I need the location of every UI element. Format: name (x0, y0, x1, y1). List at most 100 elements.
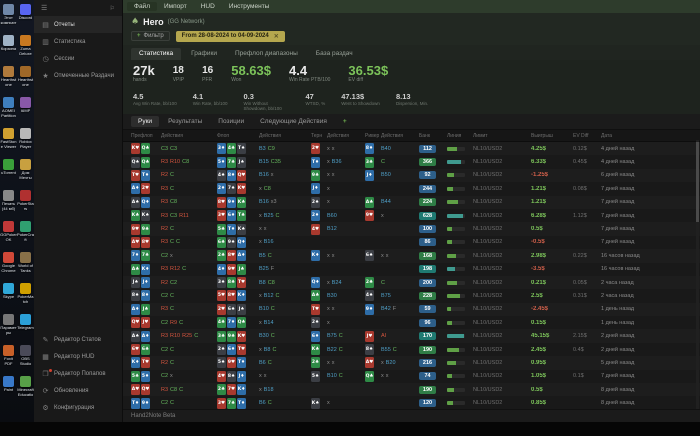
desktop-icon[interactable]: PokerStars (17, 188, 34, 219)
tab[interactable]: Статистика (131, 48, 182, 60)
column-header[interactable]: Терн (311, 133, 327, 139)
table-row[interactable]: T♦ 9♦ C2 C 3♥ 7♣ T♦ B6 C K♠ x 120 NL10/USD2 0.85$ 8 дн… (123, 396, 700, 409)
column-header[interactable]: Префлоп (131, 133, 161, 139)
card: 9♦ (365, 303, 374, 315)
column-header[interactable]: Действия (327, 133, 365, 139)
column-header[interactable]: Флоп (217, 133, 259, 139)
column-header[interactable]: Действия (259, 133, 311, 139)
desktop-icon[interactable]: Telegram (17, 312, 34, 343)
sidebar-item[interactable]: ◷ Сессии (34, 50, 122, 67)
table-row[interactable]: Q♠ Q♣ R3 R10 C8 5♦ 7♣ J♠ B15 C35 T♦ x B36 3♣ C 366 NL10/… (123, 155, 700, 168)
clear-filter-icon[interactable]: ✕ (274, 33, 279, 40)
pin-icon[interactable]: ⚐ (110, 5, 115, 12)
menubar-item[interactable]: Файл (127, 2, 157, 11)
column-header[interactable]: EV Diff (573, 133, 601, 139)
column-header[interactable]: Выигрыш (531, 133, 573, 139)
table-row[interactable]: A♣ K♦ R3 R12 C 4♦ 9♥ J♣ B25 F 198 NL10/USD2 -3.5$ 16 … (123, 263, 700, 276)
hand-tab[interactable]: Руки (131, 116, 160, 127)
column-header[interactable]: Ривер (365, 133, 381, 139)
tab[interactable]: Графики (183, 48, 225, 60)
line-cell (447, 186, 473, 191)
sidebar-item[interactable]: ▥ Статистика (34, 33, 122, 50)
table-row[interactable]: 6♥ 6♣ C2 C 2♠ 6♦ T♥ x B8 C K♣ B22 C 8♠ B55 C 190 NL10/USD… (123, 343, 700, 356)
table-row[interactable]: K♣ K♠ R3 C3 R11 3♥ 6♦ T♣ x B25 C 2♦ B60 9♥ x 628 NL10/US… (123, 209, 700, 222)
column-header[interactable]: Лимит (473, 133, 531, 139)
card: 4♥ (311, 223, 320, 235)
table-row[interactable]: T♥ T♦ R2 C 4♠ 8♦ Q♥ B16 x 9♣ x x J♦ B50 92 NL10/USD2 -1.… (123, 168, 700, 183)
table-row[interactable]: Q♥ J♥ C2 R9 C 4♣ 7♦ Q♣ x B14 2♠ x 96 NL10/USD2 0.15$ 1 … (123, 316, 700, 329)
sidebar-item[interactable]: ▦ Редактор HUD (34, 348, 122, 365)
column-header[interactable]: Банк (419, 133, 447, 139)
desktop-icon[interactable]: FastStone Viewer (0, 126, 17, 157)
desktop-icon[interactable]: PokerCraft (17, 219, 34, 250)
table-row[interactable]: 8♠ 8♦ C2 C 5♥ 8♥ K♦ x B12 C A♣ B30 4♠ B75 228 NL10/USD2… (123, 289, 700, 302)
hand-tab[interactable]: Следующие Действия (253, 116, 334, 127)
column-header[interactable]: Действия (381, 133, 419, 139)
hamburger-icon[interactable]: ☰ (41, 4, 47, 12)
desktop-icon[interactable]: Foxit PDF Reader (0, 343, 17, 374)
desktop-icon[interactable]: Параметры (0, 312, 17, 343)
hand-tab[interactable]: Позиции (211, 116, 251, 127)
desktop-icon[interactable]: Paint (0, 374, 17, 405)
table-row[interactable]: A♦ J♣ R3 C 2♥ 6♠ J♠ B10 C T♥ x x 9♦ B42 F 59 NL10/USD2 -2… (123, 302, 700, 317)
desktop-icon[interactable]: Discord (17, 2, 34, 33)
table-row[interactable]: K♦ T♥ R2 C 5♠ 9♥ T♦ B6 C 2♣ x x A♥ x B20 216 NL10/USD2 0.… (123, 356, 700, 370)
table-row[interactable]: 9♥ 9♣ R2 C 5♣ T♦ K♠ x x 4♥ B12 100 NL10/USD2 0.5$ 7 дн… (123, 222, 700, 236)
stat-value: 47 (305, 91, 314, 101)
line-cell (447, 334, 473, 339)
preflop-actions: R3 R12 C (161, 266, 217, 272)
column-header[interactable]: Линия (447, 133, 473, 139)
sidebar-item[interactable]: ❐ Редактор Попапов (34, 365, 122, 382)
desktop-icon-label: Этот компьютер (0, 16, 17, 25)
scrollbar-thumb[interactable] (696, 142, 699, 222)
add-tab-button[interactable]: + (336, 116, 354, 127)
sidebar-item[interactable]: ⟳ Обновления (34, 382, 122, 399)
desktop-icon[interactable]: PokerMatch (17, 281, 34, 312)
desktop-icon[interactable]: Hearthstone (17, 64, 34, 95)
desktop-icon[interactable]: AOMEI Partition (0, 95, 17, 126)
action-label: B6 (259, 400, 266, 407)
pot-badge: 198 (419, 265, 436, 274)
table-row[interactable]: A♠ A♦ R3 R10 R25 C 3♣ 9♣ K♥ B30 C 6♦ B75 C J♥ AI 170 NL10… (123, 329, 700, 343)
column-header[interactable]: Действия (161, 133, 217, 139)
desktop-icon[interactable]: AIMP (17, 95, 34, 126)
menubar-item[interactable]: HUD (194, 2, 222, 11)
date-filter-chip[interactable]: From 28-08-2024 to 04-09-2024 ✕ (175, 30, 285, 42)
desktop-icon[interactable]: Zuma Deluxe (17, 33, 34, 64)
desktop-icon[interactable]: Печать (44 мб) (0, 188, 17, 219)
menubar-item[interactable]: Инструменты (222, 2, 277, 11)
desktop-icon[interactable]: Minecraft Education (17, 374, 34, 405)
desktop-icon[interactable]: Дом Мечты (17, 157, 34, 188)
tab[interactable]: Префлоп диапазоны (227, 48, 306, 60)
table-row[interactable]: A♠ Q♦ R3 C8 8♥ 9♦ K♣ B16 x3 2♠ x A♣ B44 224 NL10/USD2 1… (123, 195, 700, 209)
table-row[interactable]: A♥ Q♥ R3 C8 C 2♣ 7♥ K♦ x B18 190 NL10/USD2 0.5$ 8 дне… (123, 383, 700, 397)
column-header[interactable]: Дата (601, 133, 694, 139)
desktop-icon[interactable]: OBS Studio (17, 343, 34, 374)
table-row[interactable]: K♥ Q♣ C3 C3 3♦ 4♣ T♠ B3 C9 2♥ x x 8♦ B40 112 NL10/USD2 4… (123, 142, 700, 156)
scrollbar[interactable] (696, 140, 699, 409)
table-row[interactable]: 5♣ 5♦ C2 x 4♥ 8♠ J♦ x x 5♠ B10 C Q♣ x x 74 NL10/USD2 1.05… (123, 370, 700, 383)
table-row[interactable]: 7♦ 7♣ C2 x 2♣ 8♥ A♦ B5 C K♦ x x 6♠ x x 168 NL10/USD2 2.98… (123, 249, 700, 263)
desktop-icon[interactable]: Корзина (0, 33, 17, 64)
desktop-icon[interactable]: Hearthstone (0, 64, 17, 95)
desktop-icon[interactable]: Roblox Player (17, 126, 34, 157)
filter-button[interactable]: + Фильтр (131, 31, 170, 41)
table-row[interactable]: A♦ 2♥ R3 C 2♦ 7♠ K♥ x C8 J♦ x 244 NL10/USD2 1.21$ 0.08… (123, 182, 700, 195)
card: T♦ (311, 156, 320, 168)
card: J♦ (311, 183, 320, 195)
sidebar-item[interactable]: ★ Отмеченные Раздачи (34, 67, 122, 84)
tab[interactable]: База раздач (308, 48, 361, 60)
sidebar-item[interactable]: ▤ Отчеты (34, 16, 122, 33)
table-row[interactable]: J♠ J♦ R2 C2 3♠ 8♣ T♥ B8 C8 Q♦ x B24 2♣ C 200 NL10/USD2 0… (123, 275, 700, 290)
desktop-icon[interactable]: Skype (0, 281, 17, 312)
hand-tab[interactable]: Результаты (161, 116, 209, 127)
desktop-icon[interactable]: World of Tanks EU (17, 250, 34, 281)
sidebar-item[interactable]: ✎ Редактор Статов (34, 331, 122, 348)
sidebar-item[interactable]: ⚙ Конфигурация (34, 399, 122, 416)
desktop-icon[interactable]: Этот компьютер (0, 2, 17, 33)
desktop-icon[interactable]: uTorrent (0, 157, 17, 188)
desktop-icon[interactable]: GGPokerOK (0, 219, 17, 250)
desktop-icon[interactable]: Google Chrome (0, 250, 17, 281)
table-row[interactable]: A♥ 8♥ R3 C C 6♣ 9♠ Q♦ x B16 86 NL10/USD2 -0.5$ 7 дней… (123, 236, 700, 249)
menubar-item[interactable]: Импорт (157, 2, 194, 11)
